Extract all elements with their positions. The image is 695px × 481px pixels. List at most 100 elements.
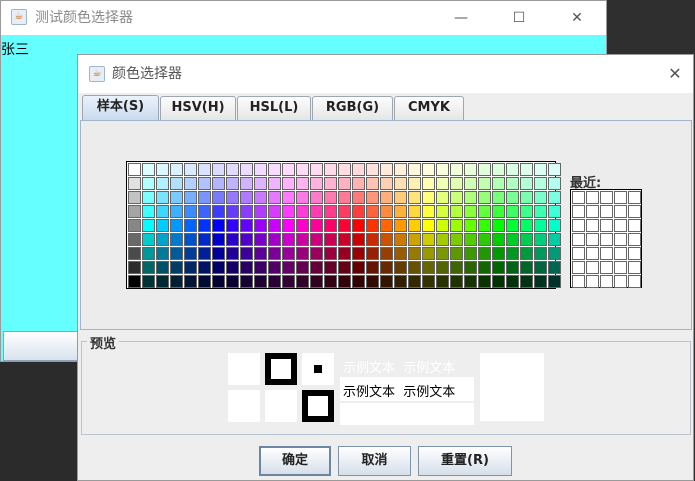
color-swatch[interactable] <box>142 191 155 204</box>
color-swatch[interactable] <box>394 275 407 288</box>
recent-swatch[interactable] <box>572 205 585 218</box>
color-swatch[interactable] <box>366 233 379 246</box>
color-swatch[interactable] <box>352 205 365 218</box>
color-swatch[interactable] <box>366 163 379 176</box>
color-swatch[interactable] <box>534 261 547 274</box>
color-swatch[interactable] <box>394 205 407 218</box>
color-swatch[interactable] <box>366 247 379 260</box>
color-swatch[interactable] <box>408 247 421 260</box>
color-swatch[interactable] <box>478 163 491 176</box>
color-swatch[interactable] <box>296 205 309 218</box>
color-swatch[interactable] <box>464 275 477 288</box>
maximize-icon[interactable]: ☐ <box>499 1 539 35</box>
color-swatch[interactable] <box>352 219 365 232</box>
close-icon[interactable]: ✕ <box>658 55 692 93</box>
color-swatch[interactable] <box>534 205 547 218</box>
recent-swatch[interactable] <box>614 191 627 204</box>
color-swatch[interactable] <box>338 247 351 260</box>
color-swatch[interactable] <box>296 247 309 260</box>
color-swatch[interactable] <box>478 205 491 218</box>
color-swatch[interactable] <box>534 275 547 288</box>
color-swatch[interactable] <box>142 177 155 190</box>
recent-swatch[interactable] <box>586 233 599 246</box>
color-swatch[interactable] <box>198 163 211 176</box>
color-swatch[interactable] <box>506 205 519 218</box>
color-swatch[interactable] <box>128 261 141 274</box>
color-swatch[interactable] <box>226 205 239 218</box>
color-swatch[interactable] <box>450 275 463 288</box>
color-swatch[interactable] <box>422 205 435 218</box>
color-swatch[interactable] <box>492 275 505 288</box>
color-swatch[interactable] <box>268 261 281 274</box>
cancel-button[interactable]: 取消 <box>338 446 411 476</box>
color-swatch[interactable] <box>296 219 309 232</box>
color-swatch[interactable] <box>548 205 561 218</box>
dialog-titlebar[interactable]: ☕ 颜色选择器 ✕ <box>78 55 693 93</box>
color-swatch[interactable] <box>240 233 253 246</box>
color-swatch[interactable] <box>268 177 281 190</box>
color-swatch[interactable] <box>422 219 435 232</box>
color-swatch[interactable] <box>422 261 435 274</box>
color-swatch[interactable] <box>324 191 337 204</box>
color-swatch[interactable] <box>184 205 197 218</box>
color-swatch[interactable] <box>394 233 407 246</box>
color-swatch[interactable] <box>128 247 141 260</box>
color-swatch[interactable] <box>436 191 449 204</box>
color-swatch[interactable] <box>422 233 435 246</box>
color-swatch[interactable] <box>394 163 407 176</box>
recent-swatch[interactable] <box>600 261 613 274</box>
color-swatch[interactable] <box>212 261 225 274</box>
color-swatch[interactable] <box>380 261 393 274</box>
color-swatch[interactable] <box>212 163 225 176</box>
color-swatch[interactable] <box>380 247 393 260</box>
color-swatch[interactable] <box>534 191 547 204</box>
color-swatch[interactable] <box>226 261 239 274</box>
color-swatch[interactable] <box>338 219 351 232</box>
color-swatch[interactable] <box>254 247 267 260</box>
color-swatch[interactable] <box>170 233 183 246</box>
color-swatch[interactable] <box>240 261 253 274</box>
ok-button[interactable]: 确定 <box>259 446 331 476</box>
color-swatch[interactable] <box>254 233 267 246</box>
recent-swatch[interactable] <box>586 247 599 260</box>
color-swatch[interactable] <box>268 233 281 246</box>
color-swatch[interactable] <box>492 177 505 190</box>
color-swatch[interactable] <box>296 191 309 204</box>
color-swatch[interactable] <box>198 205 211 218</box>
color-swatch[interactable] <box>520 205 533 218</box>
color-swatch[interactable] <box>240 219 253 232</box>
color-swatch[interactable] <box>506 163 519 176</box>
color-swatch[interactable] <box>478 247 491 260</box>
tab-rgb[interactable]: RGB(G) <box>312 96 393 120</box>
color-swatch[interactable] <box>156 233 169 246</box>
color-swatch[interactable] <box>352 191 365 204</box>
color-swatch[interactable] <box>184 233 197 246</box>
color-swatch[interactable] <box>128 275 141 288</box>
color-swatch[interactable] <box>184 191 197 204</box>
swatch-grid[interactable] <box>126 161 561 289</box>
color-swatch[interactable] <box>408 177 421 190</box>
color-swatch[interactable] <box>520 219 533 232</box>
recent-swatch[interactable] <box>628 191 641 204</box>
color-swatch[interactable] <box>156 163 169 176</box>
color-swatch[interactable] <box>170 247 183 260</box>
color-swatch[interactable] <box>170 163 183 176</box>
color-swatch[interactable] <box>520 163 533 176</box>
color-swatch[interactable] <box>366 219 379 232</box>
color-swatch[interactable] <box>212 247 225 260</box>
color-swatch[interactable] <box>324 247 337 260</box>
color-swatch[interactable] <box>128 163 141 176</box>
color-swatch[interactable] <box>128 233 141 246</box>
color-swatch[interactable] <box>506 233 519 246</box>
color-swatch[interactable] <box>394 219 407 232</box>
color-swatch[interactable] <box>408 205 421 218</box>
color-swatch[interactable] <box>422 191 435 204</box>
color-swatch[interactable] <box>282 177 295 190</box>
color-swatch[interactable] <box>142 219 155 232</box>
color-swatch[interactable] <box>268 247 281 260</box>
recent-swatch[interactable] <box>600 247 613 260</box>
color-swatch[interactable] <box>156 191 169 204</box>
color-swatch[interactable] <box>436 233 449 246</box>
color-swatch[interactable] <box>170 205 183 218</box>
color-swatch[interactable] <box>142 275 155 288</box>
